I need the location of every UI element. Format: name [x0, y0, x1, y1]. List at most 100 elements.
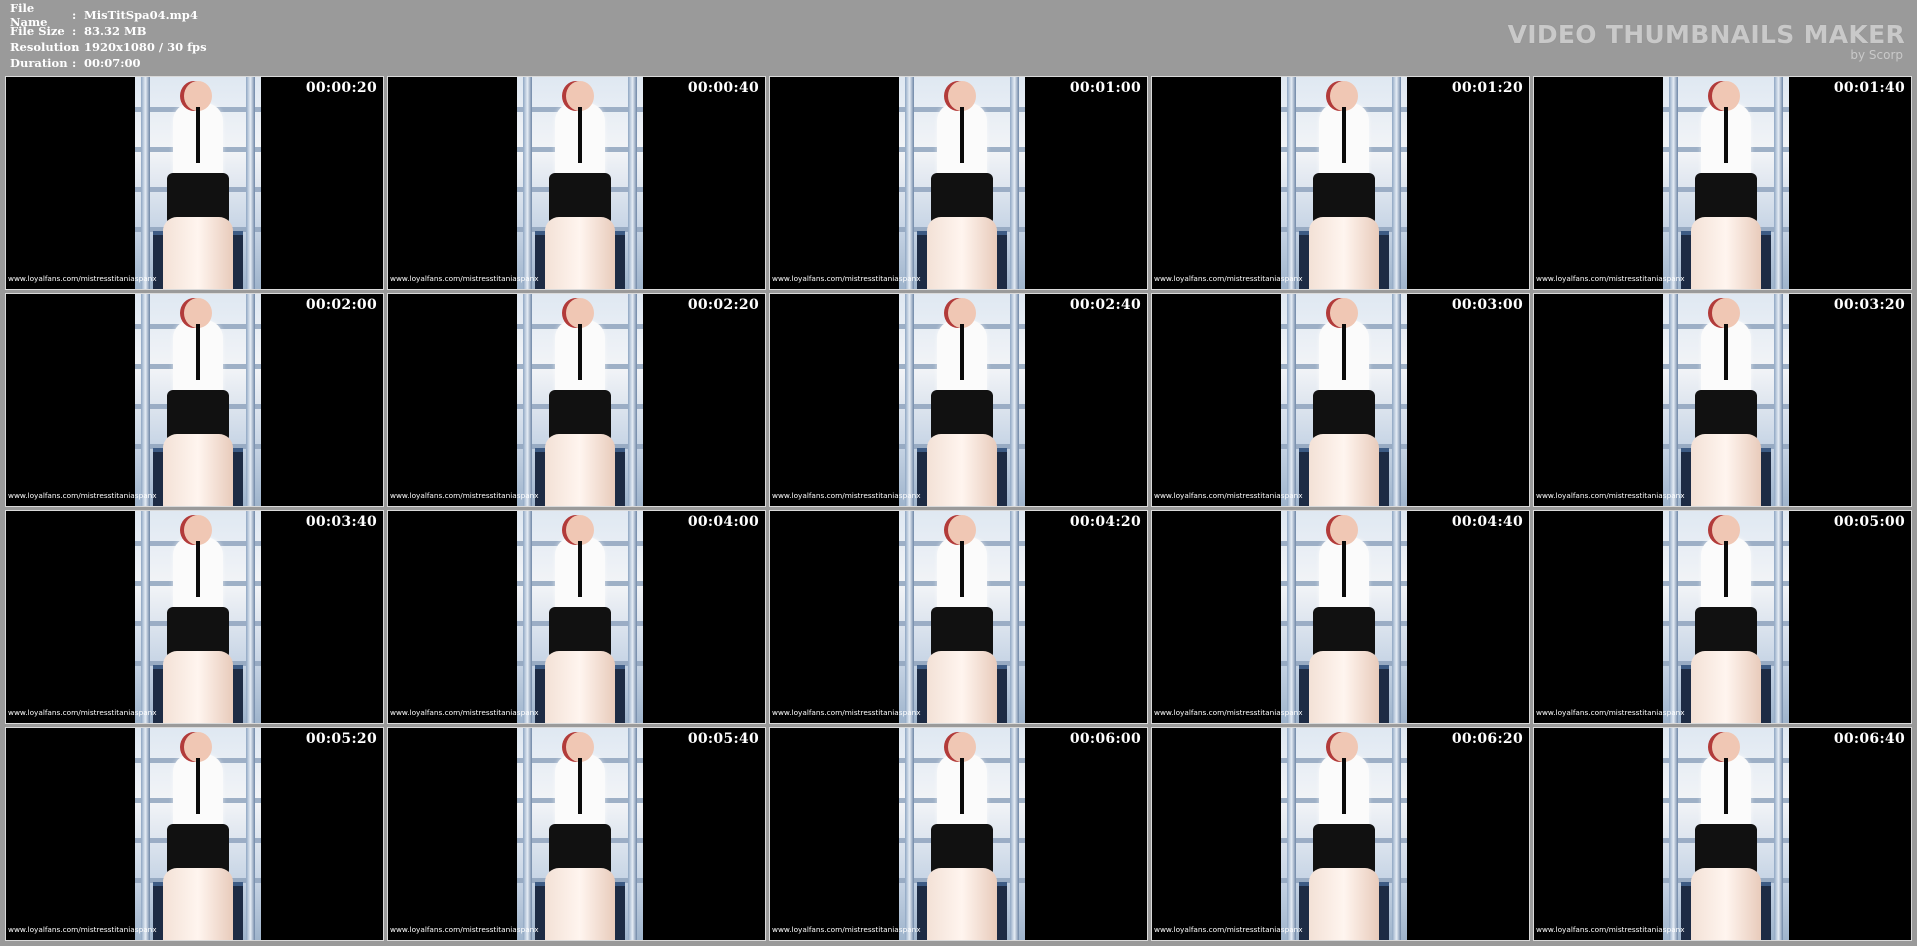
- watermark: www.loyalfans.com/mistresstitaniaspanx: [8, 274, 157, 283]
- video-frame: [1663, 511, 1789, 723]
- tie: [1342, 541, 1346, 597]
- info-label: File Size: [10, 24, 65, 38]
- legs: [927, 651, 997, 723]
- thumbnail-6[interactable]: 00:02:00 www.loyalfans.com/mistresstitani…: [5, 293, 384, 507]
- rail: [905, 728, 914, 940]
- watermark: www.loyalfans.com/mistresstitaniaspanx: [390, 708, 539, 717]
- rail: [141, 294, 150, 506]
- info-colon: :: [72, 56, 77, 70]
- video-frame: [1281, 511, 1407, 723]
- legs: [1691, 651, 1761, 723]
- thumbnail-17[interactable]: 00:05:40 www.loyalfans.com/mistresstitani…: [387, 727, 766, 941]
- tie: [578, 758, 582, 814]
- legs: [927, 434, 997, 506]
- rail: [523, 77, 532, 289]
- video-frame: [1281, 728, 1407, 940]
- timestamp: 00:04:20: [1069, 514, 1141, 530]
- tie: [1724, 324, 1728, 380]
- thumbnail-19[interactable]: 00:06:20 www.loyalfans.com/mistresstitani…: [1151, 727, 1530, 941]
- tie: [578, 541, 582, 597]
- rail: [246, 77, 255, 289]
- legs: [545, 434, 615, 506]
- rail: [1287, 728, 1296, 940]
- thumbnail-2[interactable]: 00:00:40 www.loyalfans.com/mistresstitani…: [387, 76, 766, 290]
- timestamp: 00:02:00: [305, 297, 377, 313]
- timestamp: 00:00:20: [305, 80, 377, 96]
- legs: [927, 217, 997, 289]
- thumbnail-18[interactable]: 00:06:00 www.loyalfans.com/mistresstitani…: [769, 727, 1148, 941]
- tie: [1724, 758, 1728, 814]
- tie: [578, 324, 582, 380]
- tie: [960, 107, 964, 163]
- watermark: www.loyalfans.com/mistresstitaniaspanx: [1536, 491, 1685, 500]
- thumbnail-sheet: File Name : MisTitSpa04.mp4 File Size : …: [0, 0, 1917, 946]
- tie: [1342, 107, 1346, 163]
- resolution-row: Resolution : 1920x1080 / 30 fps: [10, 39, 207, 55]
- timestamp: 00:03:00: [1451, 297, 1523, 313]
- timestamp: 00:02:40: [1069, 297, 1141, 313]
- info-label: Duration: [10, 56, 68, 70]
- rail: [1010, 511, 1019, 723]
- watermark: www.loyalfans.com/mistresstitaniaspanx: [1154, 708, 1303, 717]
- timestamp: 00:06:20: [1451, 731, 1523, 747]
- watermark: www.loyalfans.com/mistresstitaniaspanx: [1154, 491, 1303, 500]
- legs: [1309, 651, 1379, 723]
- thumbnail-9[interactable]: 00:03:00 www.loyalfans.com/mistresstitani…: [1151, 293, 1530, 507]
- thumbnail-5[interactable]: 00:01:40 www.loyalfans.com/mistresstitani…: [1533, 76, 1912, 290]
- watermark: www.loyalfans.com/mistresstitaniaspanx: [8, 925, 157, 934]
- info-colon: :: [72, 40, 77, 54]
- tie: [196, 758, 200, 814]
- video-frame: [517, 77, 643, 289]
- rail: [628, 511, 637, 723]
- thumbnail-20[interactable]: 00:06:40 www.loyalfans.com/mistresstitani…: [1533, 727, 1912, 941]
- thumbnail-11[interactable]: 00:03:40 www.loyalfans.com/mistresstitani…: [5, 510, 384, 724]
- thumbnail-14[interactable]: 00:04:40 www.loyalfans.com/mistresstitani…: [1151, 510, 1530, 724]
- rail: [523, 728, 532, 940]
- rail: [1010, 294, 1019, 506]
- thumbnail-3[interactable]: 00:01:00 www.loyalfans.com/mistresstitani…: [769, 76, 1148, 290]
- video-frame: [1663, 77, 1789, 289]
- watermark: www.loyalfans.com/mistresstitaniaspanx: [1536, 708, 1685, 717]
- duration-row: Duration : 00:07:00: [10, 55, 207, 71]
- watermark: www.loyalfans.com/mistresstitaniaspanx: [8, 491, 157, 500]
- rail: [1392, 728, 1401, 940]
- thumbnail-13[interactable]: 00:04:20 www.loyalfans.com/mistresstitani…: [769, 510, 1148, 724]
- video-frame: [135, 728, 261, 940]
- watermark: www.loyalfans.com/mistresstitaniaspanx: [772, 925, 921, 934]
- rail: [141, 728, 150, 940]
- thumbnail-12[interactable]: 00:04:00 www.loyalfans.com/mistresstitani…: [387, 510, 766, 724]
- rail: [1774, 294, 1783, 506]
- tie: [578, 107, 582, 163]
- thumbnail-15[interactable]: 00:05:00 www.loyalfans.com/mistresstitani…: [1533, 510, 1912, 724]
- legs: [545, 217, 615, 289]
- rail: [1669, 77, 1678, 289]
- watermark: www.loyalfans.com/mistresstitaniaspanx: [390, 491, 539, 500]
- thumbnail-8[interactable]: 00:02:40 www.loyalfans.com/mistresstitani…: [769, 293, 1148, 507]
- thumbnail-7[interactable]: 00:02:20 www.loyalfans.com/mistresstitani…: [387, 293, 766, 507]
- info-label: Resolution: [10, 40, 80, 54]
- info-colon: :: [72, 8, 77, 22]
- rail: [1774, 511, 1783, 723]
- tie: [960, 541, 964, 597]
- tie: [196, 541, 200, 597]
- watermark: www.loyalfans.com/mistresstitaniaspanx: [772, 708, 921, 717]
- video-frame: [135, 511, 261, 723]
- timestamp: 00:01:00: [1069, 80, 1141, 96]
- rail: [1669, 511, 1678, 723]
- rail: [628, 77, 637, 289]
- video-frame: [899, 511, 1025, 723]
- thumbnail-4[interactable]: 00:01:20 www.loyalfans.com/mistresstitani…: [1151, 76, 1530, 290]
- watermark: www.loyalfans.com/mistresstitaniaspanx: [390, 925, 539, 934]
- brand-title: VIDEO THUMBNAILS MAKER: [1507, 20, 1905, 49]
- legs: [1691, 868, 1761, 940]
- thumbnail-10[interactable]: 00:03:20 www.loyalfans.com/mistresstitani…: [1533, 293, 1912, 507]
- tie: [960, 758, 964, 814]
- tie: [960, 324, 964, 380]
- rail: [628, 728, 637, 940]
- legs: [927, 868, 997, 940]
- video-frame: [899, 294, 1025, 506]
- rail: [905, 77, 914, 289]
- rail: [1669, 728, 1678, 940]
- thumbnail-1[interactable]: 00:00:20 www.loyalfans.com/mistresstitani…: [5, 76, 384, 290]
- thumbnail-16[interactable]: 00:05:20 www.loyalfans.com/mistresstitani…: [5, 727, 384, 941]
